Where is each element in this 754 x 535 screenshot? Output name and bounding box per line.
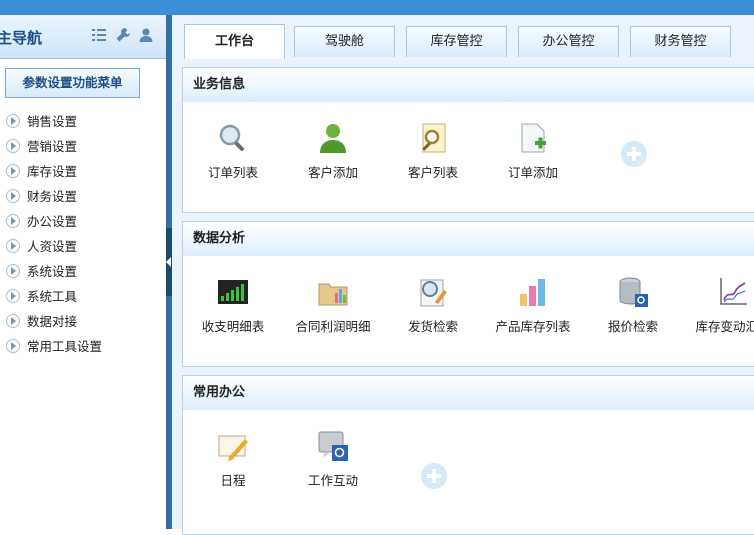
bar-chart-icon [520,279,545,306]
section-common-office: 常用办公 日程 工作互动 [182,375,754,535]
parameter-settings-menu-button[interactable]: 参数设置功能菜单 [5,68,140,98]
expand-arrow-icon [6,314,20,328]
menu-item-label: 办公设置 [27,214,78,229]
list-icon[interactable] [91,27,107,43]
bar-signal-icon [218,280,248,304]
expand-arrow-icon [6,264,20,278]
section-title: 业务信息 [183,68,754,102]
tile-work-interaction[interactable]: 工作互动 [283,414,383,494]
tile-income-expense-detail[interactable]: 收支明细表 [183,260,283,340]
menu-item-office-settings[interactable]: 办公设置 [0,209,102,234]
menu-item-label: 财务设置 [27,189,78,204]
tab-cockpit[interactable]: 驾驶舱 [294,26,395,57]
line-chart-icon [720,278,747,305]
folder-chart-icon [318,283,348,306]
menu-item-sales-settings[interactable]: 销售设置 [0,109,102,134]
person-icon [320,124,346,153]
section-business-info: 业务信息 订单列表 客户添加 客户列表 订单添加 [182,67,754,213]
tile-product-inventory-list[interactable]: 产品库存列表 [483,260,583,340]
menu-item-label: 数据对接 [27,314,78,329]
tab-bar: 工作台 驾驶舱 库存管控 办公管控 财务管控 [172,15,754,59]
menu-item-label: 系统设置 [27,264,78,279]
tile-label: 工作互动 [307,473,358,488]
expand-arrow-icon [6,189,20,203]
menu-item-label: 库存设置 [27,164,78,179]
menu-item-label: 常用工具设置 [27,339,103,354]
sidebar: 主导航 参数设置功能菜单 销售设置 营销设置 库存设置 财务设置 办公设置 人资… [0,15,166,529]
tile-inventory-change-summary[interactable]: 库存变动汇总 [683,260,754,340]
tile-label: 订单添加 [507,165,558,180]
menu-item-label: 系统工具 [27,289,78,304]
section-title: 常用办公 [183,376,754,410]
expand-arrow-icon [6,114,20,128]
tile-order-list[interactable]: 订单列表 [183,106,283,186]
search-edit-icon [420,279,447,307]
tab-office-control[interactable]: 办公管控 [518,26,619,57]
magnifier-icon [219,124,245,152]
tile-contract-profit-detail[interactable]: 合同利润明细 [283,260,383,340]
tile-add-customer[interactable]: 客户添加 [283,106,383,186]
settings-menu-list: 销售设置 营销设置 库存设置 财务设置 办公设置 人资设置 系统设置 系统工具 … [0,109,102,359]
menu-item-inventory-settings[interactable]: 库存设置 [0,159,102,184]
sidebar-title: 主导航 [0,29,43,47]
menu-item-system-tools[interactable]: 系统工具 [0,284,102,309]
chat-search-icon [318,431,348,461]
menu-item-system-settings[interactable]: 系统设置 [0,259,102,284]
expand-arrow-icon [6,139,20,153]
expand-arrow-icon [6,239,20,253]
menu-item-label: 人资设置 [27,239,78,254]
expand-arrow-icon [6,164,20,178]
tile-shipment-search[interactable]: 发货检索 [383,260,483,340]
add-shortcut-plus-icon[interactable] [420,462,448,490]
tile-customer-list[interactable]: 客户列表 [383,106,483,186]
tile-schedule[interactable]: 日程 [183,414,283,494]
tile-add-order[interactable]: 订单添加 [483,106,583,186]
expand-arrow-icon [6,214,20,228]
menu-item-label: 营销设置 [27,139,78,154]
expand-arrow-icon [6,339,20,353]
document-search-icon [422,123,446,153]
tile-quote-search[interactable]: 报价检索 [583,260,683,340]
menu-item-finance-settings[interactable]: 财务设置 [0,184,102,209]
menu-item-hr-settings[interactable]: 人资设置 [0,234,102,259]
user-icon[interactable] [138,27,154,43]
document-add-icon [521,123,546,153]
expand-arrow-icon [6,289,20,303]
section-title: 数据分析 [183,222,754,256]
database-search-icon [619,277,648,307]
section-data-analysis: 数据分析 收支明细表 合同利润明细 发货检索 产品库存列表 报价检索 库存变动汇 [182,221,754,367]
top-bar [0,0,754,15]
menu-item-marketing-settings[interactable]: 营销设置 [0,134,102,159]
tile-label: 库存变动汇总 [695,319,754,334]
menu-item-common-tools-settings[interactable]: 常用工具设置 [0,334,102,359]
main-content: 工作台 驾驶舱 库存管控 办公管控 财务管控 业务信息 订单列表 客户添加 客户… [172,15,754,535]
notepad-pen-icon [218,435,248,461]
add-shortcut-plus-icon[interactable] [620,140,648,168]
tab-finance-control[interactable]: 财务管控 [630,26,731,57]
menu-item-label: 销售设置 [27,114,78,129]
sidebar-header: 主导航 [0,15,166,59]
tab-inventory-control[interactable]: 库存管控 [406,26,507,57]
menu-item-data-integration[interactable]: 数据对接 [0,309,102,334]
wrench-icon[interactable] [115,27,131,43]
tab-workbench[interactable]: 工作台 [184,24,285,59]
